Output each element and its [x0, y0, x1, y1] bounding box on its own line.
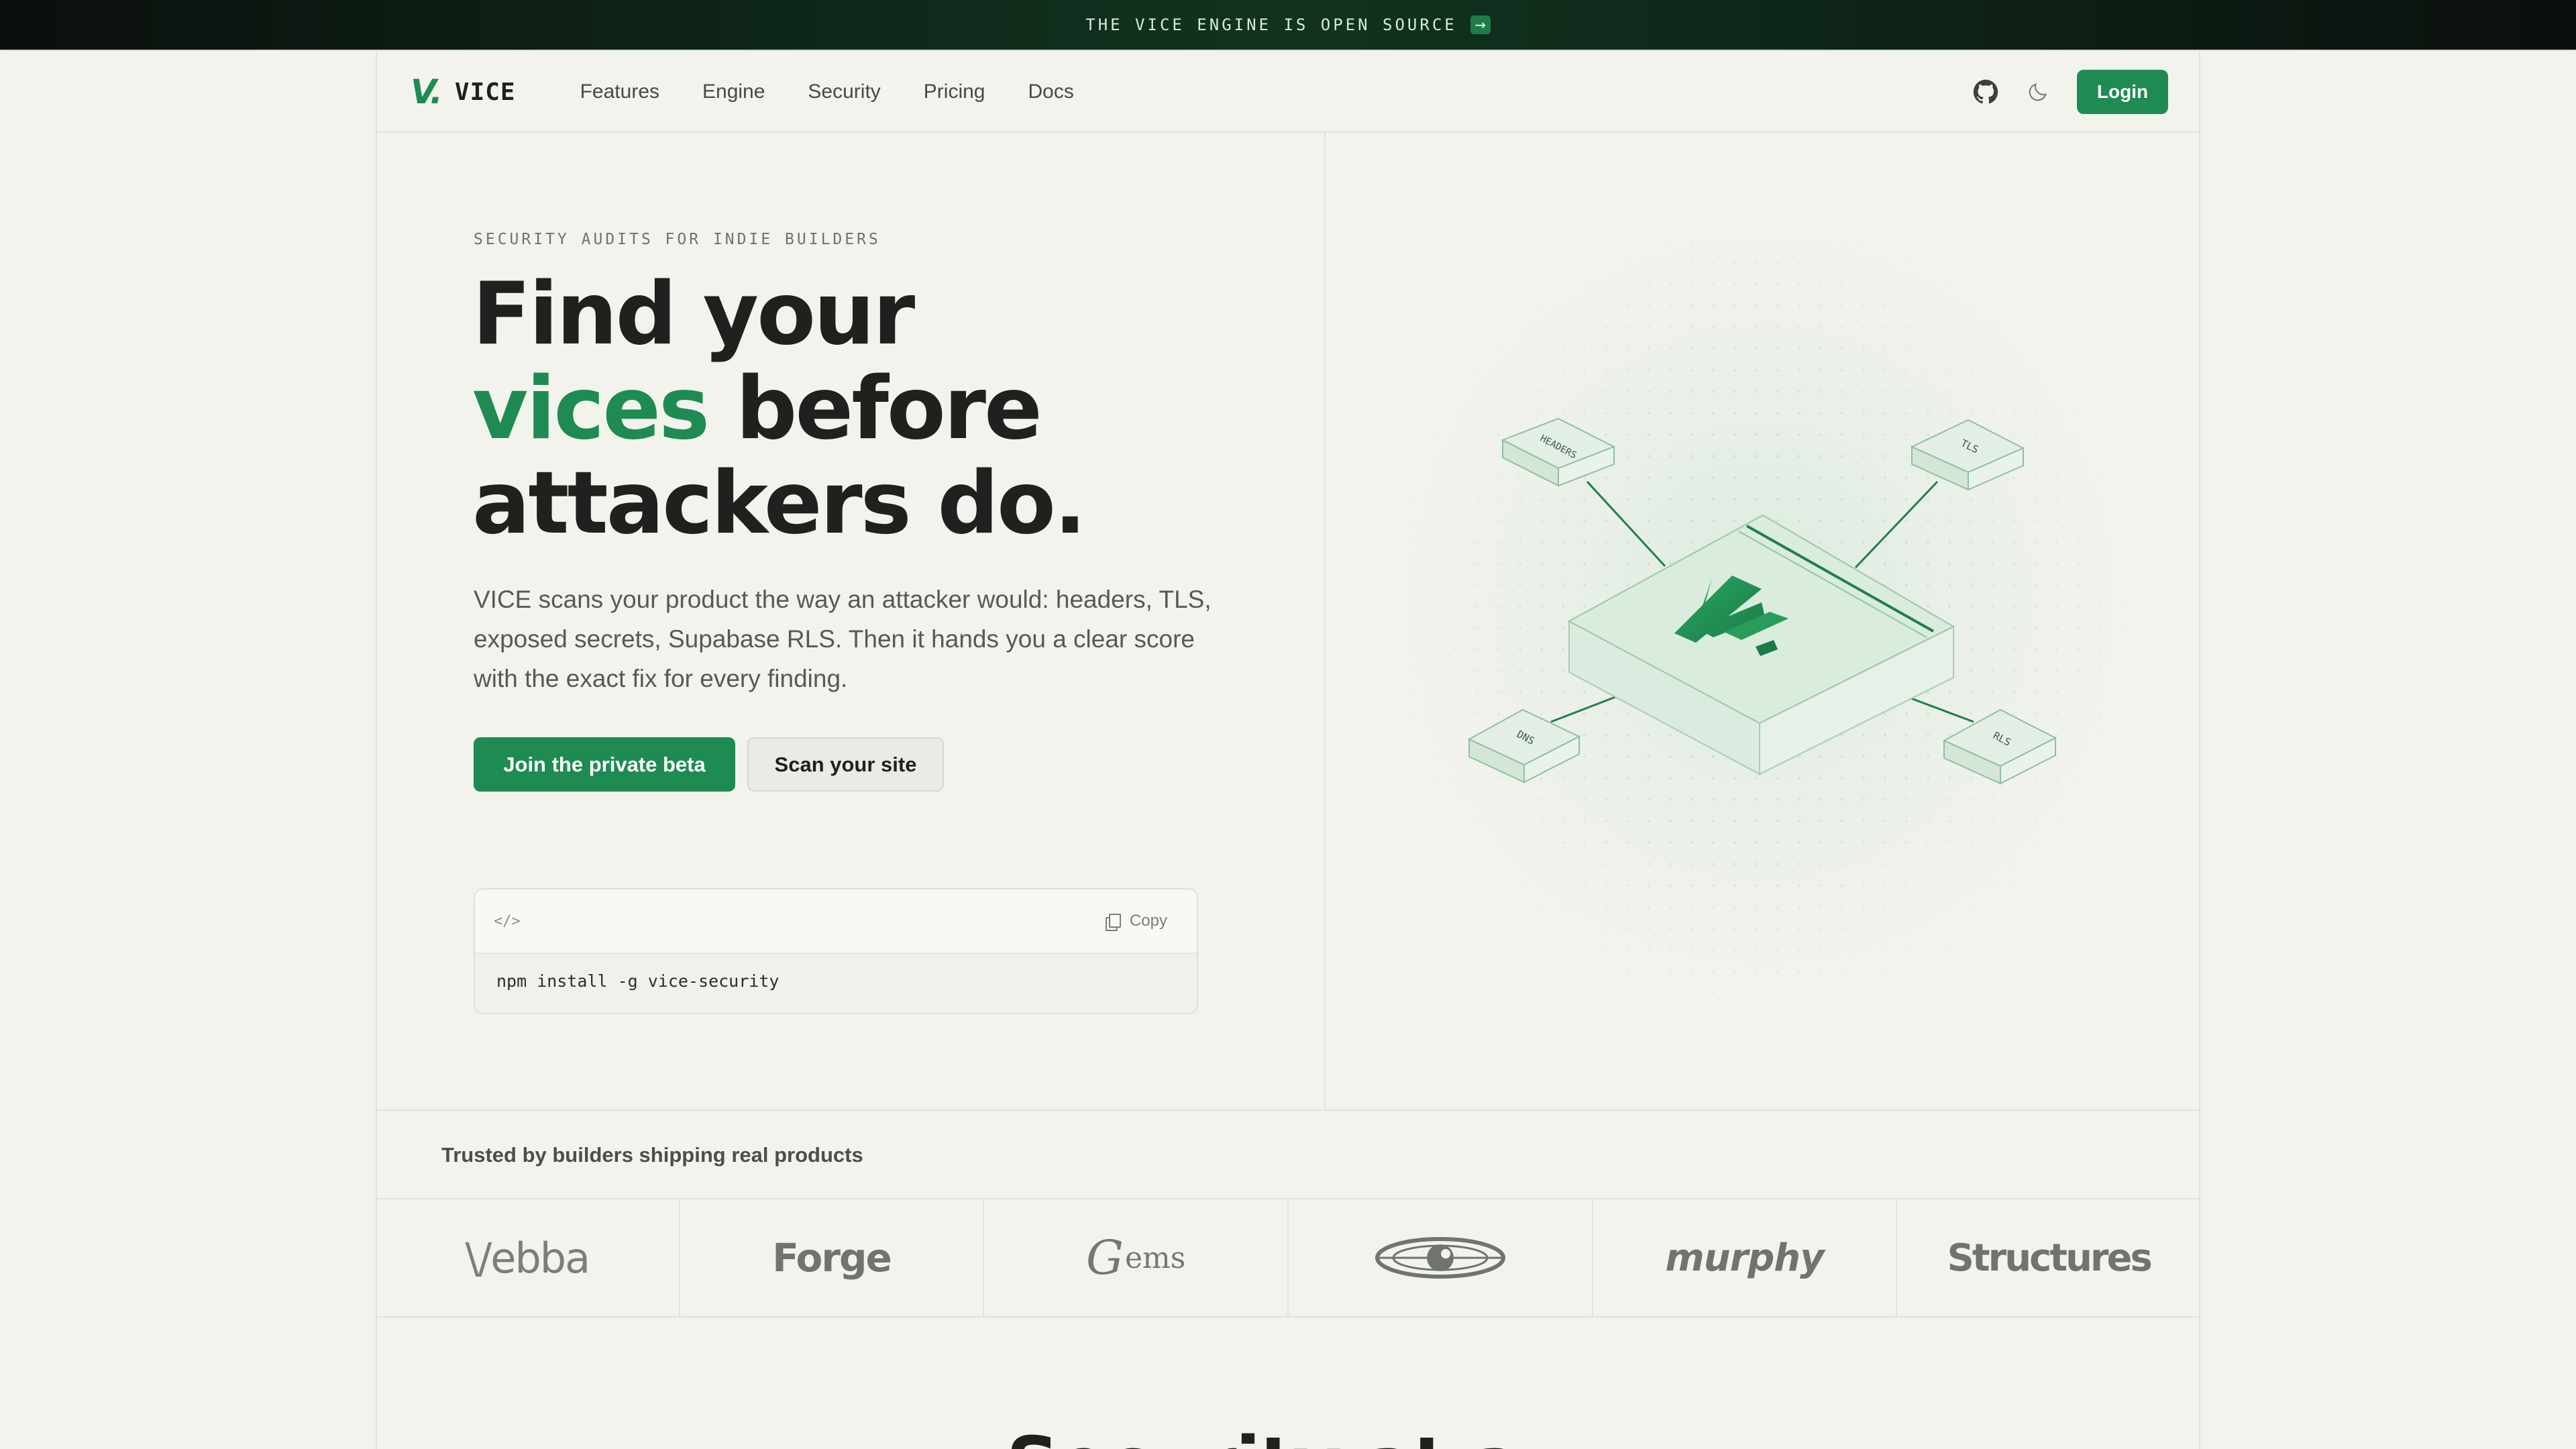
hero-eyebrow: SECURITY AUDITS FOR INDIE BUILDERS — [474, 231, 881, 248]
headline-line-3: attackers do. — [472, 453, 1087, 553]
brand-logo[interactable]: V. VICE — [411, 72, 516, 111]
github-icon[interactable] — [1967, 73, 2004, 111]
brand-name: VICE — [454, 78, 516, 106]
logo-gems-g: G — [1086, 1230, 1124, 1285]
nav-actions: Login — [1967, 70, 2168, 114]
join-beta-button[interactable]: Join the private beta — [474, 737, 735, 792]
scan-site-button[interactable]: Scan your site — [747, 737, 944, 792]
hero-headline: Find your vices before attackers do. — [472, 267, 1277, 551]
eye-logo-icon — [1375, 1237, 1505, 1279]
hero-subcopy: VICE scans your product the way an attac… — [474, 586, 1212, 692]
copy-button[interactable]: Copy — [1105, 912, 1167, 931]
nav-links: Features Engine Security Pricing Docs — [580, 80, 1074, 103]
copy-label: Copy — [1129, 912, 1167, 930]
arrow-right-icon[interactable]: → — [1470, 15, 1491, 34]
logo-eye — [1289, 1198, 1593, 1318]
logo-gems: Gems — [984, 1198, 1289, 1318]
main-nav: V. VICE Features Engine Security Pricing… — [376, 51, 2200, 133]
nav-link-features[interactable]: Features — [580, 80, 659, 103]
install-command[interactable]: npm install -g vice-security — [475, 954, 1197, 1008]
customer-logos: \/ebba Forge Gems murphy Structures — [376, 1198, 2200, 1318]
announcement-bar[interactable]: THE VICE ENGINE IS OPEN SOURCE → — [0, 0, 2576, 51]
nav-link-docs[interactable]: Docs — [1028, 80, 1074, 103]
login-button[interactable]: Login — [2077, 70, 2168, 114]
nav-link-security[interactable]: Security — [808, 80, 880, 103]
logo-gems-text: Gems — [1086, 1230, 1185, 1285]
headline-line-1: Find your — [472, 264, 915, 364]
logo-forge: Forge — [680, 1198, 985, 1318]
next-section-heading: Security at a — [1006, 1421, 1521, 1449]
nav-link-pricing[interactable]: Pricing — [924, 80, 985, 103]
logo-webba: \/ebba — [376, 1198, 680, 1318]
copy-icon — [1105, 914, 1121, 931]
code-icon: </> — [494, 912, 521, 930]
logo-forge-text: Forge — [772, 1235, 892, 1281]
logo-structures: Structures — [1897, 1198, 2200, 1318]
logo-murphy-text: murphy — [1665, 1236, 1824, 1280]
logo-structures-text: Structures — [1947, 1236, 2153, 1280]
announcement-text[interactable]: THE VICE ENGINE IS OPEN SOURCE — [1085, 15, 1456, 34]
logo-gems-rest: ems — [1124, 1240, 1186, 1275]
logo-webba-text: \/ebba — [465, 1233, 591, 1283]
headline-line-2: before — [708, 359, 1042, 459]
hero-illustration: HEADERS TLS DNS RLS — [1326, 133, 2200, 1110]
hero-bottom-divider — [376, 1110, 2200, 1111]
logo-murphy: murphy — [1593, 1198, 1898, 1318]
moon-icon[interactable] — [2019, 73, 2057, 111]
install-code-block: </> Copy npm install -g vice-security — [474, 888, 1198, 1014]
nav-link-engine[interactable]: Engine — [702, 80, 765, 103]
logo-mark: V. — [411, 72, 443, 111]
isometric-diagram: HEADERS TLS DNS RLS — [1326, 160, 2200, 1059]
code-block-header: </> Copy — [475, 890, 1197, 954]
trusted-heading: Trusted by builders shipping real produc… — [441, 1143, 863, 1167]
headline-accent: vices — [472, 359, 710, 459]
